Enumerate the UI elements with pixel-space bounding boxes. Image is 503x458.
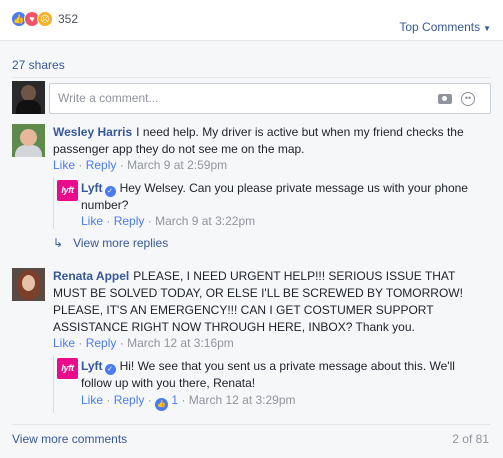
angry-icon: ☹ [37,11,53,27]
like-button[interactable]: Like [81,393,103,407]
view-more-replies[interactable]: ↳ View more replies [53,236,168,250]
reactions-bar: 👍 ♥ ☹ 352 Top Comments ▼ [0,0,503,41]
top-comments-dropdown[interactable]: Top Comments ▼ [399,20,491,34]
view-more-comments[interactable]: View more comments [12,432,127,446]
like-button[interactable]: Like [53,336,75,350]
comment-author[interactable]: Wesley Harris [53,125,132,139]
reply-author[interactable]: Lyft [81,359,103,373]
reply-thread-line [53,177,54,229]
separator: · [147,393,152,407]
reply-actions: Like · Reply · March 9 at 3:22pm [81,214,255,228]
view-more-replies-label: View more replies [73,236,169,250]
like-button[interactable]: Like [81,214,103,228]
reaction-count: 352 [58,12,79,26]
reply-author[interactable]: Lyft [81,181,103,195]
lyft-avatar[interactable]: lyft [57,180,78,201]
separator: · [147,214,152,228]
separator: · [106,393,111,407]
reply-button[interactable]: Reply [114,214,145,228]
lyft-avatar[interactable]: lyft [57,358,78,379]
divider [12,77,491,78]
current-user-avatar[interactable] [12,81,45,114]
reply-button[interactable]: Reply [114,393,145,407]
divider [12,424,491,425]
shares-link[interactable]: 27 shares [12,58,65,72]
separator: · [119,158,124,172]
reply-button[interactable]: Reply [86,158,117,172]
separator: · [181,393,186,407]
avatar-head [20,129,37,146]
like-icon[interactable]: 👍 [155,398,169,411]
comment-composer[interactable]: •• [49,83,491,114]
reply-button[interactable]: Reply [86,336,117,350]
avatar-head [22,275,35,291]
reply-actions: Like · Reply · 👍 1 · March 12 at 3:29pm [81,393,296,411]
reply-timestamp[interactable]: March 12 at 3:29pm [189,393,296,407]
comment-actions: Like · Reply · March 12 at 3:16pm [53,336,234,350]
separator: · [78,158,83,172]
reply-timestamp[interactable]: March 9 at 3:22pm [155,214,255,228]
camera-icon[interactable] [438,94,452,104]
chevron-down-icon: ▼ [483,24,491,33]
reply-body: Lyft ✓ Hi! We see that you sent us a priva… [81,358,485,392]
comment-body: Wesley Harris I need help. My driver is a… [53,124,485,158]
comment-actions: Like · Reply · March 9 at 2:59pm [53,158,227,172]
like-button[interactable]: Like [53,158,75,172]
reply-text: Hi! We see that you sent us a private me… [81,359,455,390]
verified-badge-icon: ✓ [104,186,116,197]
verified-badge-icon: ✓ [104,364,116,375]
comment-pager: 2 of 81 [452,432,489,446]
avatar-body [15,145,42,157]
like-count[interactable]: 1 [171,393,178,407]
reply-text: Hey Welsey. Can you please private messa… [81,181,468,212]
comment-author[interactable]: Renata Appel [53,269,129,283]
comment-timestamp[interactable]: March 12 at 3:16pm [127,336,234,350]
reaction-summary[interactable]: 👍 ♥ ☹ 352 [11,11,78,27]
avatar-head [21,85,36,101]
reply-thread-line [53,355,54,413]
reply-body: Lyft ✓ Hey Welsey. Can you please private … [81,180,485,214]
avatar-body [16,100,41,114]
top-comments-label: Top Comments [399,20,481,34]
reply-arrow-icon: ↳ [53,236,64,250]
separator: · [78,336,83,350]
comment-timestamp[interactable]: March 9 at 2:59pm [127,158,227,172]
separator: · [106,214,111,228]
renata-appel-avatar[interactable] [12,268,45,301]
emoji-icon[interactable]: •• [461,92,475,106]
comment-body: Renata Appel PLEASE, I NEED URGENT HELP!!… [53,268,473,336]
separator: · [119,336,124,350]
comments-panel: 👍 ♥ ☹ 352 Top Comments▼ 27 shares •• Wes… [0,0,503,458]
comment-input[interactable] [58,91,418,105]
wesley-harris-avatar[interactable] [12,124,45,157]
